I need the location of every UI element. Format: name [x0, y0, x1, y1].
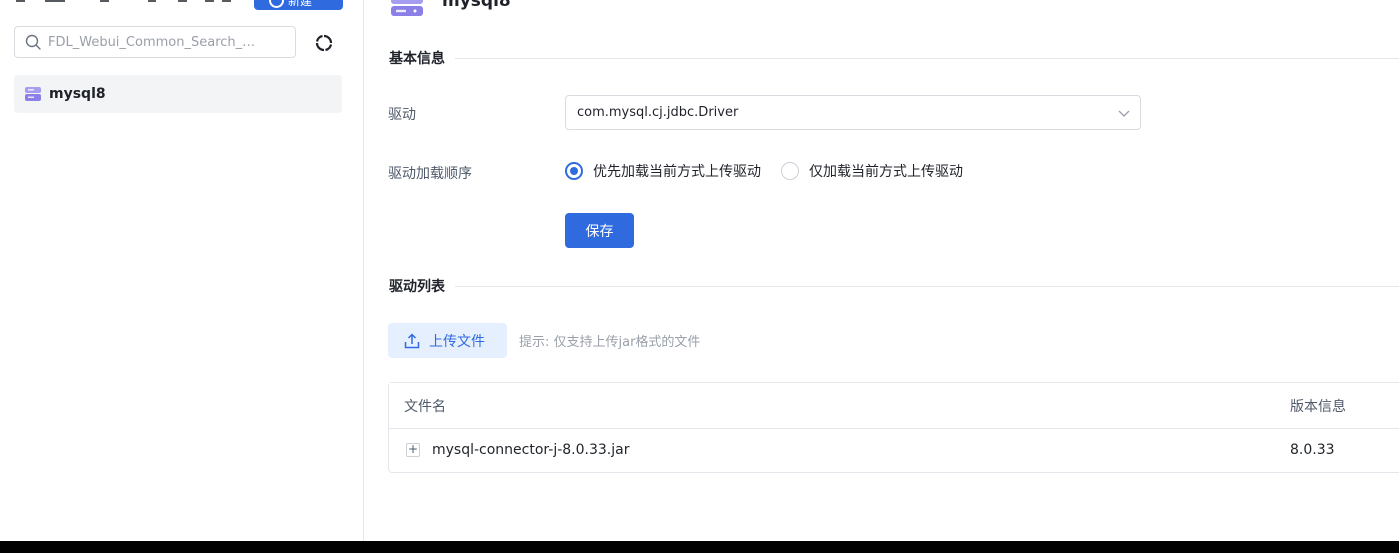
plus-circle-icon [269, 0, 284, 8]
radio-option-label: 仅加载当前方式上传驱动 [809, 164, 963, 180]
radio-option-prefer-upload[interactable]: 优先加载当前方式上传驱动 [565, 161, 761, 181]
toolbar-divider [16, 0, 25, 2]
top-toolbar-partial: 新建 [0, 0, 363, 12]
load-order-radio-group: 优先加载当前方式上传驱动 仅加载当前方式上传驱动 [565, 161, 983, 181]
cell-version: 8.0.33 [1290, 442, 1335, 458]
divider [455, 285, 1399, 287]
toolbar-divider [178, 0, 187, 2]
upload-icon [404, 332, 420, 348]
toolbar-divider [100, 0, 109, 2]
radio-option-only-upload[interactable]: 仅加载当前方式上传驱动 [781, 161, 963, 181]
toolbar-divider [205, 0, 214, 2]
main-panel: mysql8 基本信息 驱动 com.mysql.cj.jdbc.Driver … [364, 0, 1399, 541]
toolbar-divider [148, 0, 156, 2]
toolbar-divider [45, 0, 65, 2]
database-icon [25, 87, 41, 101]
section-title-label: 驱动列表 [389, 279, 445, 295]
column-header-file-name: 文件名 [404, 399, 446, 415]
search-box[interactable] [14, 26, 296, 58]
section-driver-list: 驱动列表 [389, 276, 1399, 296]
save-button[interactable]: 保存 [565, 213, 634, 248]
upload-hint: 提示: 仅支持上传jar格式的文件 [519, 335, 701, 350]
radio-option-label: 优先加载当前方式上传驱动 [593, 164, 761, 180]
tree-item-label: mysql8 [49, 86, 106, 102]
upload-file-button[interactable]: 上传文件 [388, 323, 507, 358]
search-icon [25, 34, 41, 50]
chevron-down-icon [1118, 110, 1130, 117]
section-basic-info: 基本信息 [389, 48, 1399, 68]
driver-select[interactable]: com.mysql.cj.jdbc.Driver [565, 95, 1141, 130]
bottom-bar [0, 541, 1399, 553]
driver-table: 文件名 版本信息 + mysql-connector-j-8.0.33.jar … [388, 382, 1399, 473]
divider [455, 57, 1399, 59]
driver-label: 驱动 [388, 107, 416, 123]
load-order-label: 驱动加载顺序 [388, 166, 472, 182]
search-input[interactable] [48, 34, 288, 50]
table-row[interactable]: + mysql-connector-j-8.0.33.jar 8.0.33 [389, 429, 1399, 473]
cell-file-name: mysql-connector-j-8.0.33.jar [432, 442, 630, 458]
radio-checked-icon [565, 162, 583, 180]
expand-icon[interactable]: + [406, 443, 420, 457]
page-title: mysql8 [442, 0, 511, 11]
toolbar-divider [222, 0, 231, 2]
new-button-label: 新建 [288, 0, 313, 8]
radio-unchecked-icon [781, 162, 799, 180]
driver-select-value: com.mysql.cj.jdbc.Driver [577, 105, 739, 120]
refresh-icon[interactable] [314, 33, 334, 53]
column-header-version: 版本信息 [1290, 399, 1346, 415]
tree-item-mysql8[interactable]: mysql8 [14, 75, 342, 113]
new-button[interactable]: 新建 [254, 0, 343, 10]
upload-file-label: 上传文件 [429, 333, 485, 350]
table-header: 文件名 版本信息 [389, 383, 1399, 429]
section-title-label: 基本信息 [389, 51, 445, 67]
database-icon [391, 0, 423, 16]
left-panel: 新建 mysql8 [0, 0, 364, 541]
